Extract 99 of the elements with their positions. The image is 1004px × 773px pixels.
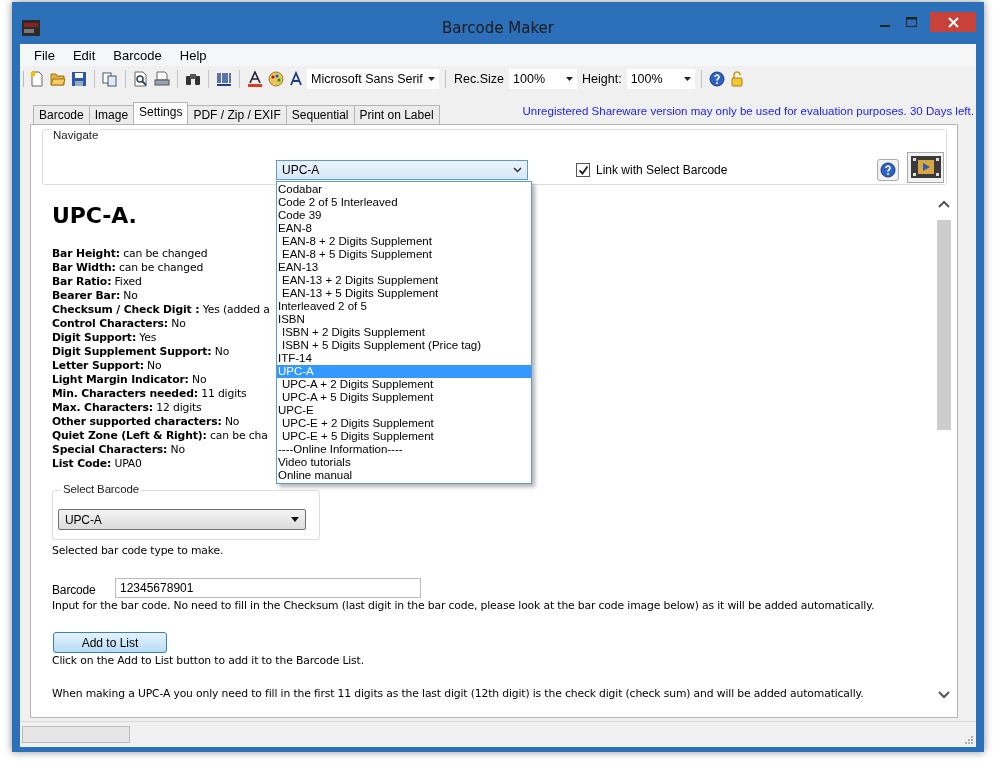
dropdown-option[interactable]: UPC-E + 2 Digits Supplement [277, 417, 531, 430]
barcode-heading: UPC-A. [52, 202, 137, 230]
dropdown-option[interactable]: EAN-8 + 5 Digits Supplement [277, 248, 531, 261]
property-line: Bar Ratio: Fixed [52, 275, 142, 289]
caret-icon [566, 77, 574, 81]
dropdown-option[interactable]: ISBN + 5 Digits Supplement (Price tag) [277, 339, 531, 352]
caret-icon [683, 77, 691, 81]
property-line: List Code: UPA0 [52, 457, 142, 471]
scroll-down-icon[interactable] [938, 691, 950, 699]
close-button[interactable] [930, 12, 976, 32]
toolbar-grip[interactable] [22, 69, 25, 89]
tab[interactable]: Barcode [33, 105, 90, 124]
dropdown-option[interactable]: Interleaved 2 of 5 [277, 300, 531, 313]
dropdown-option[interactable]: ----Online Information---- [277, 443, 531, 456]
property-line: Letter Support: No [52, 359, 162, 373]
rec-size-dropdown[interactable]: 100% [509, 69, 578, 89]
group-title: Navigate [51, 129, 101, 141]
chevron-icon [513, 167, 522, 173]
rec-size-label: Rec.Size [454, 72, 505, 86]
property-line: Light Margin Indicator: No [52, 373, 207, 387]
barcode-type-dropdown[interactable]: UPC-A [276, 160, 528, 180]
link-checkbox[interactable]: Link with Select Barcode [576, 163, 728, 177]
hint-text: Input for the bar code. No need to fill in the Checksum (last digit in the bar code, please look at the bar code image below) as it will be added automatically. [52, 598, 876, 613]
barcode-label: Barcode [52, 583, 97, 597]
dropdown-option[interactable]: EAN-8 [277, 222, 531, 235]
add-to-list-button[interactable]: Add to List [53, 632, 167, 653]
dropdown-option[interactable]: Online manual [277, 469, 531, 482]
close-icon [947, 16, 959, 28]
binoculars-icon[interactable] [185, 71, 201, 87]
dropdown-option[interactable]: Video tutorials [277, 456, 531, 469]
barcode-icon[interactable] [216, 71, 232, 87]
font-color-icon[interactable] [247, 71, 263, 87]
dropdown-option[interactable]: ISBN + 2 Digits Supplement [277, 326, 531, 339]
tab[interactable]: Settings [133, 102, 189, 124]
height-dropdown[interactable]: 100% [626, 69, 695, 89]
folder-icon[interactable] [50, 71, 66, 87]
property-line: Max. Characters: 12 digits [52, 401, 202, 415]
help-icon [880, 162, 896, 178]
dropdown-option[interactable]: EAN-13 [277, 261, 531, 274]
shareware-notice: Unregistered Shareware version may only be used for evaluation purposes. 30 Days left. [522, 105, 974, 117]
scroll-up-icon[interactable] [938, 200, 950, 208]
film-icon [910, 156, 941, 178]
menu-item[interactable]: File [27, 45, 62, 65]
tab[interactable]: Image [88, 105, 135, 124]
barcode-input[interactable]: 12345678901 [115, 578, 421, 598]
font-dropdown[interactable]: Microsoft Sans Serif [307, 69, 439, 89]
copy-icon[interactable] [102, 71, 118, 87]
dropdown-option[interactable]: Code 39 [277, 209, 531, 222]
tab[interactable]: Print on Label [353, 105, 440, 124]
dropdown-option[interactable]: UPC-E + 5 Digits Supplement [277, 430, 531, 443]
caret-icon [428, 77, 435, 81]
palette-icon[interactable] [268, 71, 284, 87]
property-line: Bar Width: can be changed [52, 261, 204, 275]
video-button[interactable] [907, 151, 944, 183]
height-label: Height: [582, 72, 622, 86]
property-line: Quiet Zone (Left & Right): can be cha [52, 429, 268, 443]
help-button[interactable] [877, 159, 899, 181]
select-barcode-dropdown[interactable]: UPC-A [58, 509, 306, 530]
minimize-icon [880, 25, 890, 27]
property-line: Bar Height: can be changed [52, 247, 208, 261]
dropdown-option[interactable]: EAN-8 + 2 Digits Supplement [277, 235, 531, 248]
dropdown-option[interactable]: UPC-A + 5 Digits Supplement [277, 391, 531, 404]
resize-grip-icon[interactable] [964, 735, 974, 745]
window-title: Barcode Maker [442, 19, 554, 37]
hint-text: Click on the Add to List button to add it to the Barcode List. [52, 653, 365, 668]
menu-item[interactable]: Barcode [106, 45, 169, 65]
tab[interactable]: PDF / Zip / EXIF [187, 105, 287, 124]
maximize-icon [905, 17, 917, 27]
caret-icon [291, 517, 299, 522]
tab[interactable]: Sequential [285, 105, 355, 124]
menu-item[interactable]: Edit [65, 45, 103, 65]
dropdown-option[interactable]: Code 2 of 5 Interleaved [277, 196, 531, 209]
font-icon[interactable] [289, 71, 303, 87]
dropdown-option[interactable]: EAN-13 + 5 Digits Supplement [277, 287, 531, 300]
check-icon [577, 164, 589, 176]
save-icon[interactable] [71, 71, 87, 87]
dropdown-option[interactable]: ISBN [277, 313, 531, 326]
property-line: Digit Supplement Support: No [52, 345, 230, 359]
dropdown-option[interactable]: UPC-A + 2 Digits Supplement [277, 378, 531, 391]
property-line: Control Characters: No [52, 317, 186, 331]
property-line: Special Characters: No [52, 443, 185, 457]
property-line: Checksum / Check Digit : Yes (added a [52, 303, 270, 317]
property-line: Min. Characters needed: 11 digits [52, 387, 247, 401]
group-title: Select Barcode [61, 483, 141, 495]
dropdown-option[interactable]: Codabar [277, 183, 531, 196]
app-icon [22, 20, 40, 36]
print-icon[interactable] [154, 71, 170, 87]
dropdown-option[interactable]: UPC-E [277, 404, 531, 417]
property-line: Digit Support: Yes [52, 331, 157, 345]
property-line: Other supported characters: No [52, 415, 240, 429]
dropdown-option[interactable]: EAN-13 + 2 Digits Supplement [277, 274, 531, 287]
print-preview-icon[interactable] [133, 71, 149, 87]
dropdown-option[interactable]: ITF-14 [277, 352, 531, 365]
property-line: Bearer Bar: No [52, 289, 138, 303]
scroll-thumb[interactable] [937, 220, 951, 430]
help-icon[interactable] [708, 71, 725, 87]
hint-text: Selected bar code type to make. [52, 543, 225, 558]
menu-item[interactable]: Help [172, 45, 214, 65]
note-text: When making a UPC-A you only need to fill in the first 11 digits as the last digit (12th digit) is the check digit (check sum) and will be added automatically. [52, 686, 865, 701]
